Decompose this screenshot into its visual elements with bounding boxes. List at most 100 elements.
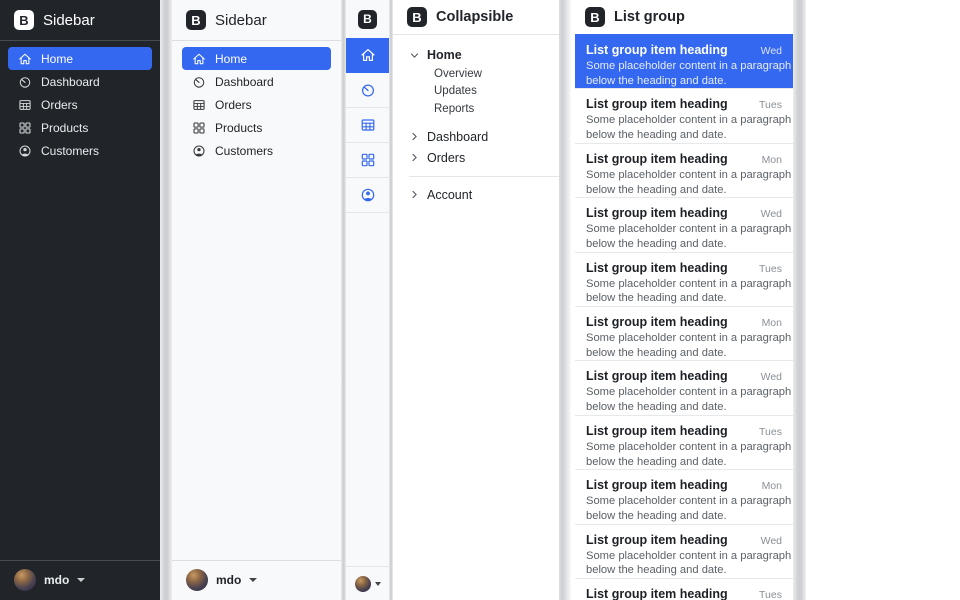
list-item-body: Some placeholder content in a paragraph … [586,113,782,143]
bootstrap-logo-icon: B [358,10,377,29]
list-item-heading: List group item heading [586,424,728,438]
sidebar-item-label: Products [41,121,88,135]
brand-list-group[interactable]: B List group [575,0,793,34]
speedometer-icon [18,75,32,89]
panel-divider [559,0,575,600]
sidebar-icon-home[interactable] [346,38,389,73]
list-item[interactable]: List group item heading Tues Some placeh… [575,415,793,469]
caret-down-icon [249,578,257,582]
panel-divider [793,0,806,600]
avatar [355,576,371,592]
list-item[interactable]: List group item heading Tues Some placeh… [575,578,793,600]
sidebar-icon-dashboard[interactable] [346,73,389,108]
sidebar-icon-products[interactable] [346,143,389,178]
tree-item-label: Account [427,188,472,202]
brand-icons[interactable]: B [346,0,389,38]
list-item-heading: List group item heading [586,43,728,57]
tree-subitem-updates[interactable]: Updates [434,83,543,101]
list-item-heading: List group item heading [586,315,728,329]
sidebar-dark: B Sidebar Home Dashboard Orders Products [0,0,160,600]
person-circle-icon [360,187,376,203]
sidebar-item-dashboard[interactable]: Dashboard [182,70,331,93]
brand-dark[interactable]: B Sidebar [0,0,160,40]
user-menu-button[interactable]: mdo [172,561,341,600]
tree-item-home[interactable]: Home [409,45,543,65]
sidebar-item-label: Home [215,52,247,66]
brand-collapsible[interactable]: B Collapsible [393,0,559,34]
house-icon [360,47,376,63]
user-menu-button[interactable] [346,566,389,600]
tree-subitem-reports[interactable]: Reports [434,100,543,118]
collapsible-tree: Home Overview Updates Reports Dashboard … [393,35,559,205]
table-icon [360,117,376,133]
chevron-down-icon [409,50,420,61]
sidebar-item-home[interactable]: Home [182,47,331,70]
sidebar-item-products[interactable]: Products [182,116,331,139]
chevron-right-icon [409,152,420,163]
grid-icon [18,121,32,135]
list-item[interactable]: List group item heading Wed Some placeho… [575,197,793,251]
caret-down-icon [77,578,85,582]
list-item-date: Tues [759,426,782,438]
sidebar-item-products[interactable]: Products [8,116,152,139]
list-item[interactable]: List group item heading Mon Some placeho… [575,469,793,523]
list-item[interactable]: List group item heading Wed Some placeho… [575,524,793,578]
list-item-date: Tues [759,263,782,275]
chevron-right-icon [409,131,420,142]
list-group: List group item heading Wed Some placeho… [575,34,793,600]
sidebar-item-customers[interactable]: Customers [8,139,152,162]
nav-dark: Home Dashboard Orders Products Customers [0,41,160,168]
list-item[interactable]: List group item heading Wed Some placeho… [575,360,793,414]
person-circle-icon [18,144,32,158]
list-item-date: Wed [761,208,782,220]
user-menu-button[interactable]: mdo [0,561,160,600]
bootstrap-logo-icon: B [14,10,34,30]
brand-title: Sidebar [215,12,267,29]
list-item[interactable]: List group item heading Tues Some placeh… [575,252,793,306]
list-item-date: Mon [762,480,782,492]
list-item[interactable]: List group item heading Tues Some placeh… [575,88,793,142]
tree-item-dashboard[interactable]: Dashboard [409,127,543,147]
nav-light: Home Dashboard Orders Products Customers [172,41,341,168]
avatar [14,569,36,591]
house-icon [18,52,32,66]
list-item[interactable]: List group item heading Wed Some placeho… [575,34,793,88]
tree-item-account[interactable]: Account [409,185,543,205]
divider [409,176,559,177]
tree-item-orders[interactable]: Orders [409,148,543,168]
list-item-date: Mon [762,154,782,166]
brand-light[interactable]: B Sidebar [172,0,341,40]
speedometer-icon [360,82,376,98]
list-item-body: Some placeholder content in a paragraph … [586,494,782,524]
list-item[interactable]: List group item heading Mon Some placeho… [575,143,793,197]
list-item-date: Tues [759,99,782,111]
sidebar-icon-customers[interactable] [346,178,389,213]
list-item-heading: List group item heading [586,152,728,166]
house-icon [192,52,206,66]
tree-subitem-overview[interactable]: Overview [434,65,543,83]
grid-icon [360,152,376,168]
list-item[interactable]: List group item heading Mon Some placeho… [575,306,793,360]
sidebar-item-orders[interactable]: Orders [8,93,152,116]
list-item-heading: List group item heading [586,587,728,600]
list-item-body: Some placeholder content in a paragraph … [586,385,782,415]
list-item-body: Some placeholder content in a paragraph … [586,277,782,307]
list-item-body: Some placeholder content in a paragraph … [586,168,782,198]
person-circle-icon [192,144,206,158]
speedometer-icon [192,75,206,89]
list-item-heading: List group item heading [586,206,728,220]
avatar [186,569,208,591]
list-item-body: Some placeholder content in a paragraph … [586,549,782,579]
list-item-heading: List group item heading [586,97,728,111]
brand-title: Collapsible [436,9,513,25]
sidebar-item-label: Products [215,121,262,135]
panel-divider [160,0,172,600]
caret-down-icon [375,582,381,586]
sidebar-item-dashboard[interactable]: Dashboard [8,70,152,93]
sidebar-icon-orders[interactable] [346,108,389,143]
sidebar-item-orders[interactable]: Orders [182,93,331,116]
sidebar-item-customers[interactable]: Customers [182,139,331,162]
grid-icon [192,121,206,135]
sidebar-footer: mdo [172,560,341,600]
sidebar-item-home[interactable]: Home [8,47,152,70]
